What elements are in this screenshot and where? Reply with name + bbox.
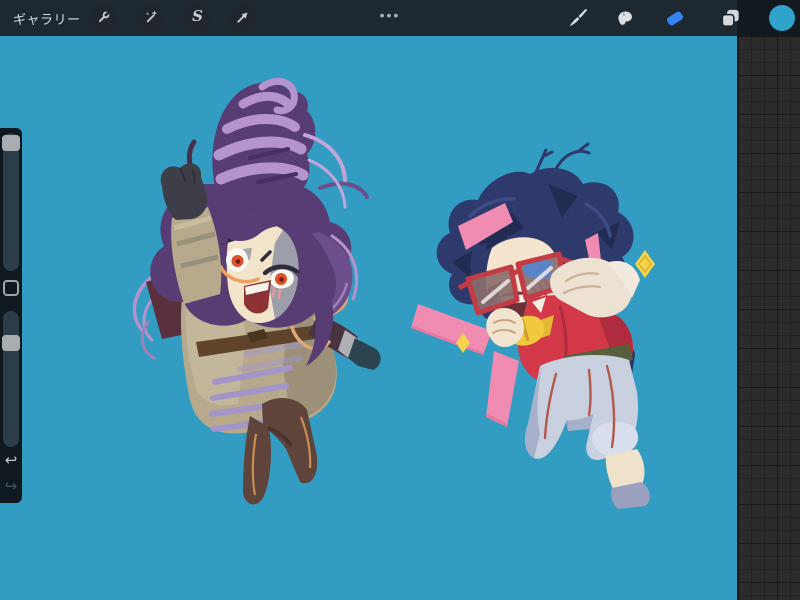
gallery-button[interactable]: ギャラリー [13,9,81,28]
canvas-menu-dots[interactable]: ••• [368,7,412,23]
character-left [132,77,381,505]
eraser-icon [666,11,684,26]
smudge-icon [618,11,632,25]
layers-button[interactable] [718,6,742,30]
transform-arrow-icon [237,12,248,23]
opacity-slider[interactable] [3,311,19,447]
color-swatch[interactable] [769,5,795,31]
actions-button[interactable] [90,4,117,31]
magic-wand-icon [146,10,157,23]
drawing-canvas[interactable] [0,36,737,600]
selection-s-icon: S [192,7,203,25]
canvas-artwork [132,77,655,509]
wrench-icon [98,11,110,23]
brush-icon [569,9,587,27]
adjustments-button[interactable] [137,4,164,31]
top-toolbar: ギャラリー S ••• [0,0,800,36]
selection-button[interactable]: S [184,4,211,31]
undo-button[interactable]: ↩ [0,452,22,470]
paint-tool-button[interactable] [566,6,590,30]
smudge-tool-button[interactable] [613,6,637,30]
procreate-window: ギャラリー S ••• ↩ ↪ [0,0,800,600]
character-right [411,142,655,509]
modify-button[interactable] [3,280,19,296]
brush-size-handle[interactable] [2,135,20,151]
erase-tool-button[interactable] [663,6,687,30]
sidebar-controls: ↩ ↪ [0,128,22,503]
workspace-outside-canvas [737,36,800,600]
brush-size-slider[interactable] [3,133,19,271]
transform-button[interactable] [229,4,256,31]
opacity-handle[interactable] [2,335,20,351]
layers-icon [721,9,739,27]
right-pants [525,355,650,509]
redo-button[interactable]: ↪ [0,478,22,496]
